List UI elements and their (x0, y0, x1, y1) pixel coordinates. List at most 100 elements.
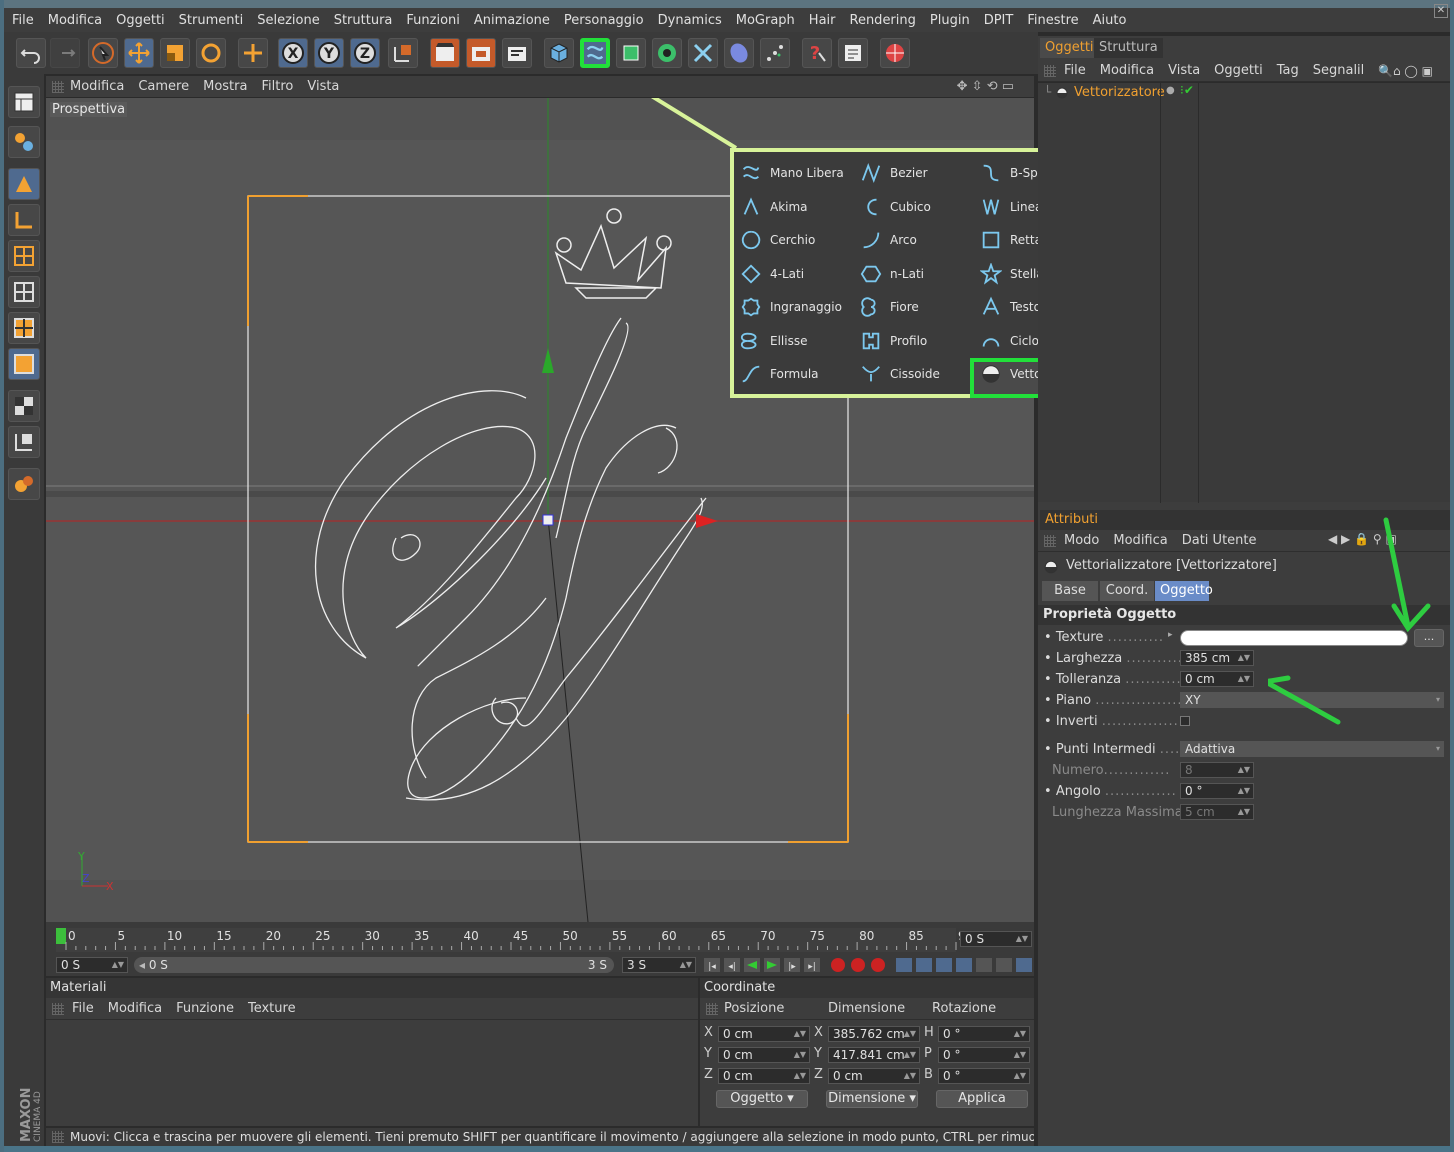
coord-system-icon[interactable] (388, 38, 418, 68)
spline-arco[interactable]: Arco (860, 225, 917, 255)
texture-mode-icon[interactable] (8, 390, 40, 422)
attributes-menu-dati-utente[interactable]: Dati Utente (1182, 533, 1257, 548)
apply-button[interactable]: Applica (936, 1090, 1028, 1108)
visibility-dots-icon[interactable]: ● (1166, 85, 1175, 96)
tab-oggetti[interactable]: Oggetti (1040, 38, 1099, 58)
coord-field-r-p[interactable]: 0 ° ▲▼ (938, 1047, 1030, 1063)
add-icon[interactable] (238, 38, 268, 68)
end-time-field[interactable]: 3 S ▲▼ (622, 957, 696, 973)
redo-icon[interactable] (50, 38, 80, 68)
spline-tool-icon[interactable] (580, 38, 610, 68)
menu-hair[interactable]: Hair (809, 13, 836, 28)
uv-mode-icon[interactable] (8, 348, 40, 380)
inverti-checkbox[interactable] (1180, 716, 1190, 726)
viewport-menu-vista[interactable]: Vista (307, 79, 339, 94)
move-icon[interactable] (124, 38, 154, 68)
x-axis-icon[interactable]: X (278, 38, 308, 68)
polygons-mode-icon[interactable] (8, 312, 40, 344)
menu-struttura[interactable]: Struttura (334, 13, 393, 28)
start-time-field[interactable]: 0 S ▲▼ (56, 957, 128, 973)
grip-icon[interactable] (1044, 65, 1056, 77)
undo-icon[interactable] (16, 38, 46, 68)
menu-rendering[interactable]: Rendering (850, 13, 916, 28)
sculpt-icon[interactable] (8, 468, 40, 500)
spline-cubico[interactable]: Cubico (860, 192, 931, 222)
materials-menu-file[interactable]: File (72, 1001, 94, 1016)
coord-field-d-y[interactable]: 417.841 cm ▲▼ (828, 1047, 920, 1063)
axis-mode-icon[interactable] (8, 204, 40, 236)
live-select-icon[interactable] (88, 38, 118, 68)
spline-formula[interactable]: Formula (740, 359, 819, 389)
tab-coord[interactable]: Coord. (1100, 581, 1154, 601)
menu-animazione[interactable]: Animazione (474, 13, 550, 28)
coord-field-p-x[interactable]: 0 cm ▲▼ (718, 1026, 810, 1042)
web-icon[interactable] (880, 38, 910, 68)
playback-controls[interactable]: |◂ ◂| |▸ ▸| (702, 956, 1034, 974)
window-close-icon[interactable]: ✕ (1434, 4, 1448, 18)
rotate-icon[interactable] (196, 38, 226, 68)
enabled-check-icon[interactable]: ⁝✔ (1180, 83, 1194, 97)
objects-menu-file[interactable]: File (1064, 63, 1086, 78)
objects-menu-vista[interactable]: Vista (1168, 63, 1200, 78)
menu-oggetti[interactable]: Oggetti (116, 13, 165, 28)
punti-intermedi-dropdown[interactable]: Adattiva ▾ (1180, 741, 1444, 757)
spline-testo[interactable]: Testo (980, 292, 1041, 322)
y-axis-icon[interactable]: Y (314, 38, 344, 68)
tab-struttura[interactable]: Struttura (1094, 38, 1163, 58)
array-icon[interactable] (652, 38, 682, 68)
render-view-icon[interactable] (430, 38, 460, 68)
menu-dpit[interactable]: DPIT (984, 13, 1014, 28)
scene-icon[interactable] (724, 38, 754, 68)
viewport-menu-filtro[interactable]: Filtro (261, 79, 293, 94)
grip-icon[interactable] (52, 1003, 64, 1015)
workplane-icon[interactable] (8, 426, 40, 458)
larghezza-field[interactable]: 385 cm ▲▼ (1180, 650, 1254, 666)
viewport-nav-icons[interactable]: ✥ ⇳ ⟲ ▭ (957, 79, 1014, 94)
objects-menu-segnalil[interactable]: Segnalil (1313, 63, 1365, 78)
deformer-icon[interactable] (688, 38, 718, 68)
cube-icon[interactable] (544, 38, 574, 68)
tolleranza-field[interactable]: 0 cm ▲▼ (1180, 671, 1254, 687)
coord-field-d-z[interactable]: 0 cm ▲▼ (828, 1068, 920, 1084)
menu-funzioni[interactable]: Funzioni (406, 13, 460, 28)
object-mode-icon[interactable] (8, 168, 40, 200)
coord-field-p-y[interactable]: 0 cm ▲▼ (718, 1047, 810, 1063)
timeline[interactable]: 051015202530354045505560657075808590 0 S… (46, 922, 1034, 954)
attributes-menu-modifica[interactable]: Modifica (1113, 533, 1167, 548)
tab-oggetto[interactable]: Oggetto (1155, 581, 1213, 601)
model-mode-icon[interactable] (8, 126, 40, 158)
menu-finestre[interactable]: Finestre (1027, 13, 1078, 28)
menu-mograph[interactable]: MoGraph (736, 13, 795, 28)
scale-icon[interactable] (160, 38, 190, 68)
coord-field-d-x[interactable]: 385.762 cm ▲▼ (828, 1026, 920, 1042)
render-settings-icon[interactable] (502, 38, 532, 68)
spline-profilo[interactable]: Profilo (860, 326, 927, 356)
objects-menu-oggetti[interactable]: Oggetti (1214, 63, 1263, 78)
grip-icon[interactable] (52, 81, 64, 93)
spline-stella[interactable]: Stella (980, 259, 1044, 289)
object-list[interactable]: └ Vettorizzatore ● ⁝✔ (1038, 82, 1450, 503)
coord-size-dropdown[interactable]: Dimensione ▾ (826, 1090, 918, 1108)
spline-bezier[interactable]: Bezier (860, 158, 928, 188)
coord-field-p-z[interactable]: 0 cm ▲▼ (718, 1068, 810, 1084)
texture-expand-icon[interactable]: ▸ (1168, 630, 1173, 640)
spline-4-lati[interactable]: 4-Lati (740, 259, 804, 289)
menu-plugin[interactable]: Plugin (930, 13, 970, 28)
timeline-ruler[interactable]: 051015202530354045505560657075808590 (46, 922, 1034, 954)
viewport-menu-camere[interactable]: Camere (138, 79, 189, 94)
menu-modifica[interactable]: Modifica (48, 13, 102, 28)
help-icon[interactable]: ? (802, 38, 832, 68)
z-axis-icon[interactable]: Z (350, 38, 380, 68)
coord-field-r-b[interactable]: 0 ° ▲▼ (938, 1068, 1030, 1084)
tab-base[interactable]: Base (1042, 581, 1098, 601)
viewport-menu-mostra[interactable]: Mostra (203, 79, 247, 94)
objects-menu-tag[interactable]: Tag (1277, 63, 1299, 78)
menu-personaggio[interactable]: Personaggio (564, 13, 644, 28)
nurbs-icon[interactable] (616, 38, 646, 68)
viewport-menu-modifica[interactable]: Modifica (70, 79, 124, 94)
particles-icon[interactable] (760, 38, 790, 68)
attributes-menu-modo[interactable]: Modo (1064, 533, 1099, 548)
coord-mode-dropdown[interactable]: Oggetto ▾ (716, 1090, 808, 1108)
spline-cerchio[interactable]: Cerchio (740, 225, 815, 255)
points-mode-icon[interactable] (8, 240, 40, 272)
